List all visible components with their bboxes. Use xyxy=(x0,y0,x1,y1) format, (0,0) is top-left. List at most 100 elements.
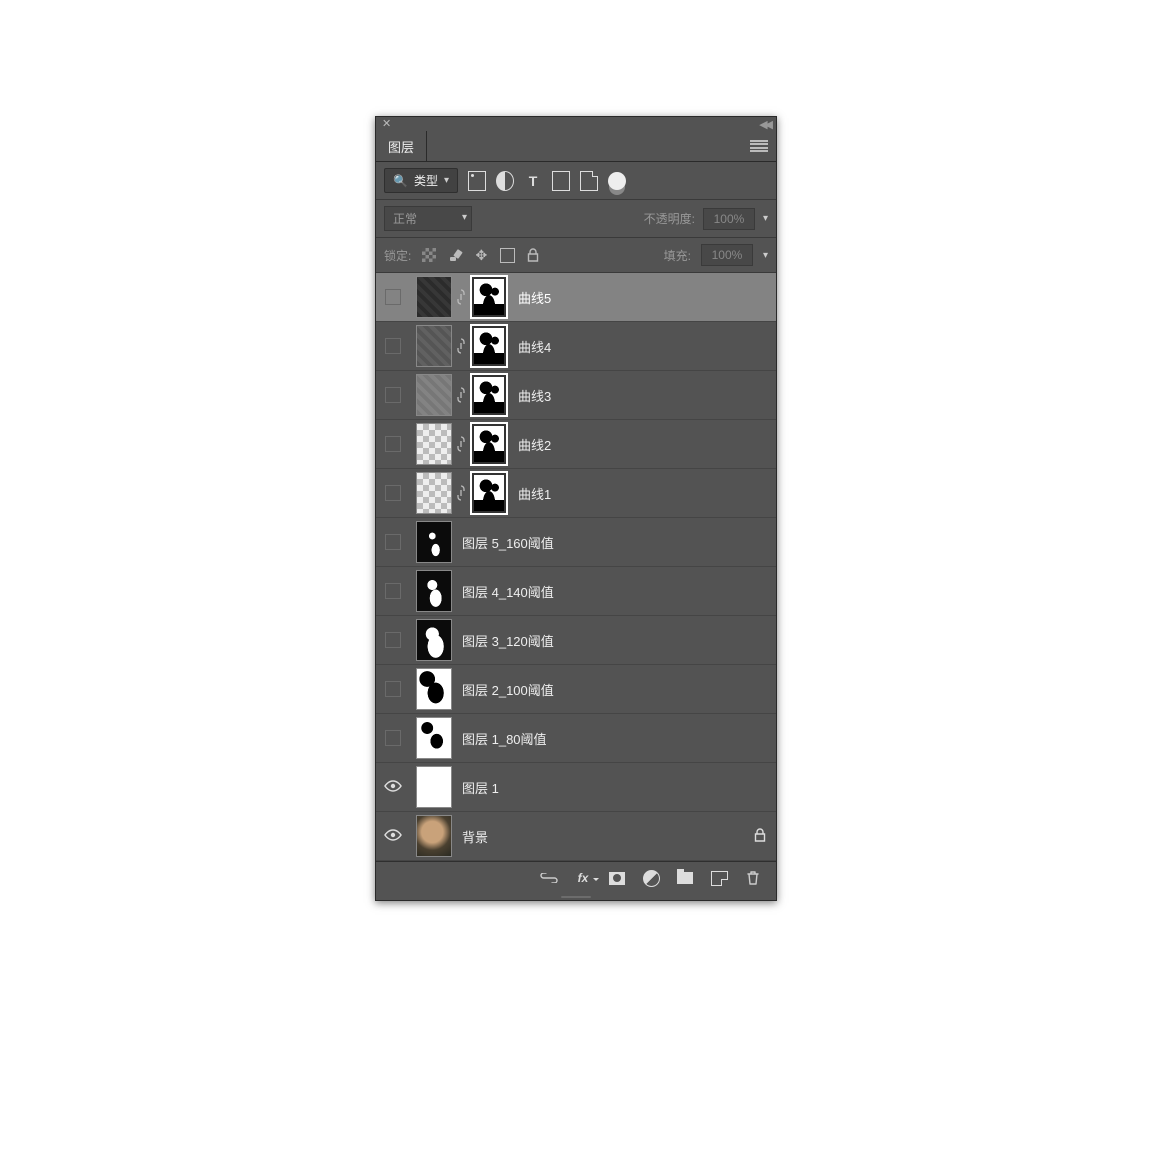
layer-row[interactable]: 曲线2 xyxy=(376,420,776,469)
visibility-toggle[interactable] xyxy=(376,681,410,697)
delete-layer-icon[interactable] xyxy=(744,869,762,887)
layer-thumbnail[interactable] xyxy=(416,717,452,759)
layer-thumbnail[interactable] xyxy=(416,325,452,367)
layer-name[interactable]: 图层 1_80阈值 xyxy=(462,729,766,748)
filter-pixel-icon[interactable] xyxy=(468,172,486,190)
visibility-toggle[interactable] xyxy=(376,485,410,501)
filter-shape-icon[interactable] xyxy=(552,172,570,190)
fill-input[interactable]: 100% xyxy=(701,244,753,266)
lock-position-icon[interactable]: ✥ xyxy=(473,247,489,263)
lock-all-icon[interactable] xyxy=(525,247,541,263)
layer-thumbnail[interactable] xyxy=(416,521,452,563)
layers-panel: ✕ ◀◀ 图层 🔍 类型 ▾ T 正常 ▾ 不透明度: xyxy=(375,116,777,901)
filter-type-text-icon[interactable]: T xyxy=(524,172,542,190)
layer-thumbnails xyxy=(416,668,452,710)
visibility-toggle[interactable] xyxy=(376,780,410,795)
visibility-empty xyxy=(385,436,401,452)
layer-name[interactable]: 曲线2 xyxy=(518,435,766,454)
collapse-panel-icon[interactable]: ◀◀ xyxy=(759,118,770,131)
filter-type-dropdown[interactable]: 🔍 类型 ▾ xyxy=(384,168,458,193)
layer-row[interactable]: 曲线3 xyxy=(376,371,776,420)
chevron-down-icon: ▾ xyxy=(444,175,449,186)
tab-layers-label: 图层 xyxy=(388,137,414,156)
visibility-empty xyxy=(385,485,401,501)
layer-list: 曲线5 曲线4 曲线3 曲线2 曲线1 图层 5_160阈值图层 4_140阈值图层 3_… xyxy=(376,273,776,861)
panel-resize-grip[interactable] xyxy=(376,894,776,900)
layer-name[interactable]: 图层 2_100阈值 xyxy=(462,680,766,699)
opacity-label: 不透明度: xyxy=(644,210,695,227)
filter-toggle-icon[interactable] xyxy=(608,172,626,190)
close-icon[interactable]: ✕ xyxy=(382,119,391,130)
filter-type-label: 类型 xyxy=(414,172,438,189)
lock-transparency-icon[interactable] xyxy=(421,247,437,263)
filter-smartobject-icon[interactable] xyxy=(580,172,598,190)
layer-row[interactable]: 图层 3_120阈值 xyxy=(376,616,776,665)
layer-thumbnail[interactable] xyxy=(416,570,452,612)
layer-thumbnail[interactable] xyxy=(416,374,452,416)
layer-row[interactable]: 曲线4 xyxy=(376,322,776,371)
link-layers-icon[interactable] xyxy=(540,869,558,887)
layer-thumbnail[interactable] xyxy=(416,668,452,710)
layer-thumbnail[interactable] xyxy=(416,423,452,465)
filter-adjustment-icon[interactable] xyxy=(496,172,514,190)
link-icon xyxy=(456,387,466,403)
search-icon: 🔍 xyxy=(393,174,408,188)
layer-thumbnails xyxy=(416,815,452,857)
chevron-down-icon[interactable]: ▾ xyxy=(763,250,768,261)
visibility-toggle[interactable] xyxy=(376,583,410,599)
fill-label: 填充: xyxy=(664,247,691,264)
layer-name[interactable]: 曲线3 xyxy=(518,386,766,405)
visibility-toggle[interactable] xyxy=(376,829,410,844)
layer-row[interactable]: 曲线5 xyxy=(376,273,776,322)
layer-thumbnail[interactable] xyxy=(416,619,452,661)
layer-row[interactable]: 图层 2_100阈值 xyxy=(376,665,776,714)
layer-row[interactable]: 图层 1 xyxy=(376,763,776,812)
add-mask-icon[interactable] xyxy=(608,869,626,887)
blend-mode-select[interactable]: 正常 ▾ xyxy=(384,206,472,231)
layer-name[interactable]: 曲线4 xyxy=(518,337,766,356)
visibility-empty xyxy=(385,583,401,599)
mask-thumbnail[interactable] xyxy=(470,471,508,515)
visibility-toggle[interactable] xyxy=(376,436,410,452)
layer-row[interactable]: 图层 4_140阈值 xyxy=(376,567,776,616)
chevron-down-icon[interactable]: ▾ xyxy=(763,213,768,224)
tab-layers[interactable]: 图层 xyxy=(376,131,427,161)
mask-thumbnail[interactable] xyxy=(470,275,508,319)
visibility-toggle[interactable] xyxy=(376,289,410,305)
visibility-toggle[interactable] xyxy=(376,534,410,550)
layer-name[interactable]: 背景 xyxy=(462,827,754,846)
layer-name[interactable]: 图层 1 xyxy=(462,778,766,797)
layer-row[interactable]: 图层 1_80阈值 xyxy=(376,714,776,763)
lock-icon xyxy=(754,828,766,845)
layer-thumbnail[interactable] xyxy=(416,766,452,808)
new-adjustment-icon[interactable] xyxy=(642,869,660,887)
layer-name[interactable]: 图层 5_160阈值 xyxy=(462,533,766,552)
layer-thumbnail[interactable] xyxy=(416,276,452,318)
opacity-input[interactable]: 100% xyxy=(703,208,755,230)
layer-row[interactable]: 背景 xyxy=(376,812,776,861)
link-icon xyxy=(456,338,466,354)
mask-thumbnail[interactable] xyxy=(470,422,508,466)
mask-thumbnail[interactable] xyxy=(470,373,508,417)
lock-pixels-icon[interactable] xyxy=(447,247,463,263)
new-layer-icon[interactable] xyxy=(710,869,728,887)
layer-row[interactable]: 曲线1 xyxy=(376,469,776,518)
layer-fx-icon[interactable]: fx xyxy=(574,869,592,887)
visibility-toggle[interactable] xyxy=(376,632,410,648)
layer-row[interactable]: 图层 5_160阈值 xyxy=(376,518,776,567)
layer-name[interactable]: 曲线1 xyxy=(518,484,766,503)
lock-artboard-icon[interactable] xyxy=(499,247,515,263)
layer-thumbnail[interactable] xyxy=(416,815,452,857)
new-group-icon[interactable] xyxy=(676,869,694,887)
layer-thumbnails xyxy=(416,324,508,368)
visibility-toggle[interactable] xyxy=(376,730,410,746)
visibility-toggle[interactable] xyxy=(376,387,410,403)
link-icon xyxy=(456,485,466,501)
layer-name[interactable]: 图层 3_120阈值 xyxy=(462,631,766,650)
panel-menu-icon[interactable] xyxy=(750,140,768,152)
layer-thumbnail[interactable] xyxy=(416,472,452,514)
mask-thumbnail[interactable] xyxy=(470,324,508,368)
layer-name[interactable]: 曲线5 xyxy=(518,288,766,307)
visibility-toggle[interactable] xyxy=(376,338,410,354)
layer-name[interactable]: 图层 4_140阈值 xyxy=(462,582,766,601)
